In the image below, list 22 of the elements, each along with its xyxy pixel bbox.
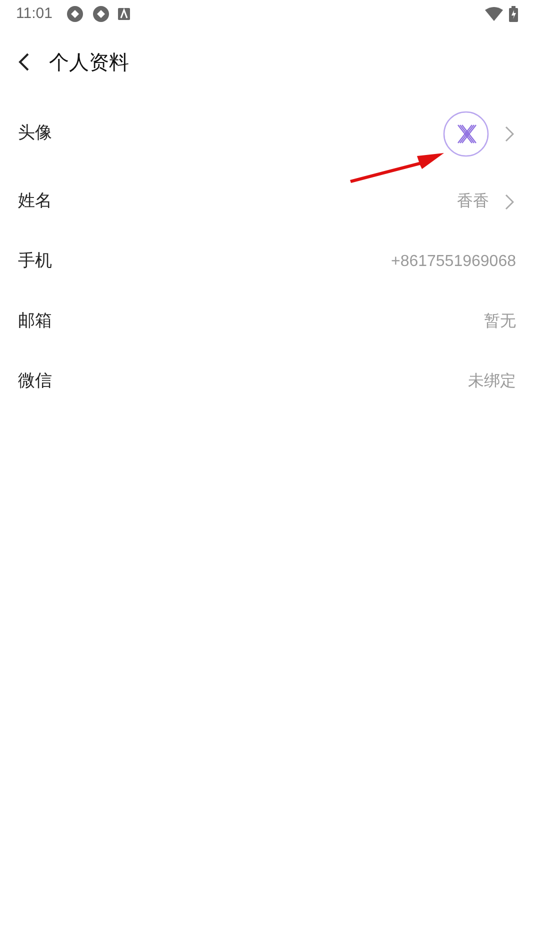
row-label: 微信 [18,370,52,394]
row-value: 香香 [457,192,489,212]
battery-icon [509,6,518,22]
aperture-icon [66,5,84,23]
avatar-icon [443,111,489,157]
row-label: 手机 [18,250,52,274]
row-label: 邮箱 [18,310,52,334]
profile-row[interactable]: 微信 未绑定 [0,352,534,412]
wifi-icon [485,7,503,21]
profile-row[interactable]: 手机 +8617551969068 [0,232,534,292]
row-value: +8617551969068 [390,252,516,272]
profile-row[interactable]: 邮箱 暂无 [0,292,534,352]
row-label: 姓名 [18,190,52,214]
status-time: 11:01 [16,4,52,24]
profile-row[interactable]: 头像 [0,96,534,172]
row-value: 未绑定 [468,372,516,392]
row-label: 头像 [18,122,52,146]
aperture-icon [92,5,110,23]
keyboard-icon [118,8,130,20]
row-value: 暂无 [484,312,516,332]
page-title: 个人资料 [49,49,129,76]
profile-row[interactable]: 姓名 香香 [0,172,534,232]
